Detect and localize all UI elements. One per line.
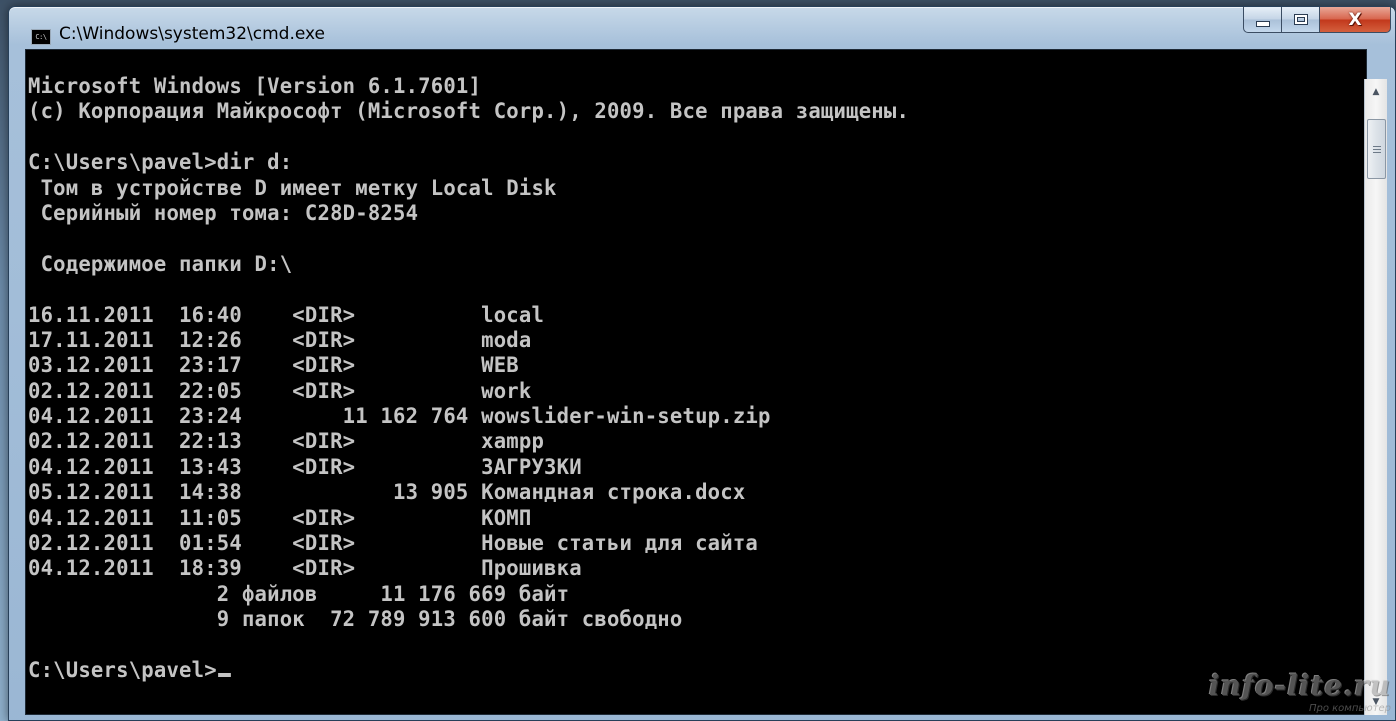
console-line: 03.12.2011 23:17 <DIR> WEB [28,353,519,378]
console-line: 2 файлов 11 176 669 байт [28,581,570,606]
scroll-thumb[interactable] [1367,119,1386,179]
minimize-button[interactable] [1243,7,1281,33]
window-title: C:\Windows\system32\cmd.exe [59,24,326,44]
console-line: Содержимое папки D:\ [28,251,293,276]
console-line: (c) Корпорация Майкрософт (Microsoft Cor… [28,99,910,124]
console-line: Microsoft Windows [Version 6.1.7601] [28,74,482,98]
cmd-icon[interactable]: C:\ [31,29,51,45]
grip-icon [1372,145,1381,153]
console-area[interactable]: Microsoft Windows [Version 6.1.7601] (c)… [25,49,1367,715]
console-line: 9 папок 72 789 913 600 байт свободно [28,607,683,632]
console-line: Серийный номер тома: C28D-8254 [28,200,419,225]
window-controls: X [1243,7,1391,33]
console-line: C:\Users\pavel>dir d: [28,150,293,175]
console-line: 16.11.2011 16:40 <DIR> local [28,302,545,327]
console-line: 04.12.2011 18:39 <DIR> Прошивка [28,556,582,581]
scroll-up-arrow-icon[interactable]: ▲ [1365,83,1387,101]
watermark-tagline: Про компьютер [1308,703,1391,714]
console-line: 17.11.2011 12:26 <DIR> moda [28,327,532,352]
console-line: Том в устройстве D имеет метку Local Dis… [28,175,557,200]
console-line: 04.12.2011 13:43 <DIR> ЗАГРУЗКИ [28,454,582,479]
console-line: 05.12.2011 14:38 13 905 Командная строка… [28,480,746,505]
console-line: 02.12.2011 22:05 <DIR> work [28,378,532,403]
maximize-icon [1293,14,1308,25]
console-line: 04.12.2011 23:24 11 162 764 wowslider-wi… [28,404,771,429]
console-line: 02.12.2011 22:13 <DIR> xampp [28,429,545,454]
maximize-button[interactable] [1281,7,1319,33]
title-bar[interactable]: C:\ C:\Windows\system32\cmd.exe X [9,7,1395,49]
text-cursor [217,672,231,677]
close-icon: X [1348,9,1362,30]
watermark: info-lite.ru Про компьютер [1208,669,1391,715]
minimize-icon [1255,20,1270,27]
close-button[interactable]: X [1319,7,1391,33]
cmd-window: C:\ C:\Windows\system32\cmd.exe X Micros… [8,6,1396,721]
command-prompt: C:\Users\pavel> [28,657,217,682]
console-line: 02.12.2011 01:54 <DIR> Новые статьи для … [28,531,759,556]
console-output: Microsoft Windows [Version 6.1.7601] (c)… [28,74,909,683]
watermark-logo: info-lite.ru [1208,669,1391,702]
vertical-scrollbar[interactable]: ▲ ▼ [1364,79,1387,715]
console-line: 04.12.2011 11:05 <DIR> КОМП [28,505,532,530]
prompt-line[interactable]: C:\Users\pavel> [28,658,909,683]
